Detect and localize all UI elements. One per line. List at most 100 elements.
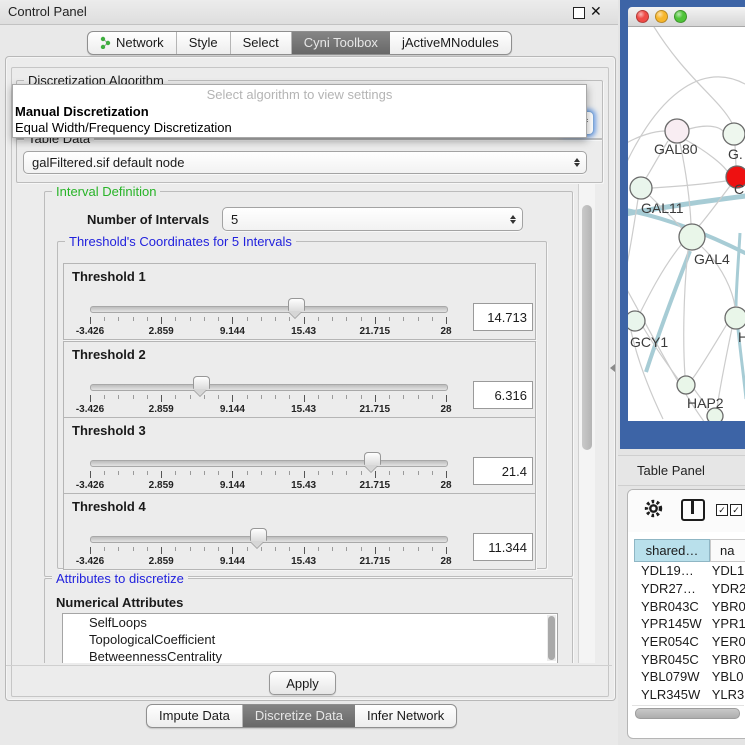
gear-icon[interactable]	[644, 499, 663, 518]
network-graph: GAL80G.CGAL11GAL4GCY1HHAP2	[628, 27, 745, 421]
algorithm-option-equal-width[interactable]: Equal Width/Frequency Discretization	[15, 120, 232, 135]
tab-network[interactable]: Network	[88, 32, 177, 54]
table-row[interactable]: YER054CYER0	[634, 633, 745, 651]
table-row[interactable]: YBR045CYBR0	[634, 650, 745, 668]
tab-label: Impute Data	[159, 708, 230, 723]
checkbox-icon[interactable]: ✓	[716, 504, 728, 516]
tab-label: Cyni Toolbox	[304, 35, 378, 50]
table-row[interactable]: YLR345WYLR3	[634, 686, 745, 704]
table-cell: YBL079W	[634, 669, 708, 684]
network-canvas[interactable]: GAL80G.CGAL11GAL4GCY1HHAP2	[628, 27, 745, 421]
tick-label: 9.144	[220, 404, 245, 415]
slider-track[interactable]	[90, 306, 448, 313]
tab-infer-network[interactable]: Infer Network	[355, 705, 456, 727]
apply-button[interactable]: Apply	[269, 671, 336, 695]
tab-cyni-toolbox[interactable]: Cyni Toolbox	[292, 32, 390, 54]
divider	[6, 665, 612, 666]
slider-thumb[interactable]	[364, 452, 381, 465]
checkbox-icon[interactable]: ✓	[730, 504, 742, 516]
network-edge[interactable]	[640, 245, 681, 313]
tab-impute-data[interactable]: Impute Data	[147, 705, 243, 727]
splitter-collapse-icon[interactable]	[610, 364, 615, 372]
algorithm-option-manual[interactable]: Manual Discretization	[15, 104, 149, 119]
threshold-value-field[interactable]: 14.713	[473, 303, 533, 331]
column-header-shared-name[interactable]: shared…	[634, 539, 710, 562]
column-layout-icon[interactable]	[681, 499, 705, 521]
node-label: G.	[728, 146, 743, 162]
slider-tick-labels: -3.4262.8599.14415.4321.71528	[90, 556, 446, 567]
table-row[interactable]: YBL079WYBL0	[634, 668, 745, 686]
tick-label: -3.426	[76, 404, 104, 415]
settings-scrollbar-thumb[interactable]	[582, 205, 592, 450]
close-icon[interactable]: ✕	[590, 3, 602, 20]
slider-ticks	[90, 471, 446, 479]
tick-label: 21.715	[360, 480, 391, 491]
threshold-3-panel: Threshold 3-3.4262.8599.14415.4321.71528…	[63, 417, 536, 494]
table-cell: YPR1	[708, 616, 745, 631]
slider-thumb[interactable]	[250, 528, 267, 541]
tab-jactivemnodules[interactable]: jActiveMNodules	[390, 32, 511, 54]
tick-label: 21.715	[360, 404, 391, 415]
table-data-select[interactable]: galFiltered.sif default node	[23, 151, 587, 174]
tab-select[interactable]: Select	[231, 32, 292, 54]
network-edge-highlighted[interactable]	[736, 233, 740, 306]
tick-label: 2.859	[149, 326, 174, 337]
combo-arrows-icon	[574, 158, 580, 167]
network-edge[interactable]	[693, 324, 727, 378]
close-traffic-light-icon[interactable]	[636, 10, 649, 23]
list-scrollbar[interactable]	[547, 615, 556, 661]
settings-scrollbar[interactable]	[578, 184, 595, 663]
table-cell: YDL1	[708, 563, 745, 578]
network-edge[interactable]	[652, 181, 726, 188]
network-edge[interactable]	[689, 126, 723, 131]
network-window-titlebar[interactable]	[628, 7, 745, 27]
threshold-value-field[interactable]: 6.316	[473, 381, 533, 409]
algorithm-placeholder: Select algorithm to view settings	[13, 87, 586, 102]
numerical-attributes-list[interactable]: SelfLoopsTopologicalCoefficientBetweenne…	[62, 613, 558, 663]
table-cell: YBR045C	[634, 652, 708, 667]
top-right-node[interactable]	[723, 123, 745, 145]
screen: Control Panel ✕ NetworkStyleSelect Cyni T…	[0, 0, 745, 745]
minimize-traffic-light-icon[interactable]	[655, 10, 668, 23]
tick-label: 15.43	[291, 556, 316, 567]
slider-track[interactable]	[90, 384, 448, 391]
table-row[interactable]: YDR27…YDR2	[634, 580, 745, 598]
slider-thumb[interactable]	[288, 298, 305, 311]
table-row[interactable]: YPR145WYPR1	[634, 615, 745, 633]
network-edge[interactable]	[698, 186, 730, 227]
slider-tick-labels: -3.4262.8599.14415.4321.71528	[90, 404, 446, 415]
slider-track[interactable]	[90, 460, 448, 467]
GAL4-node[interactable]	[679, 224, 705, 250]
H-node[interactable]	[725, 307, 745, 329]
HAP2-node[interactable]	[677, 376, 695, 394]
table-data-group: Table Data galFiltered.sif default node	[16, 138, 603, 183]
column-header-name[interactable]: na	[710, 539, 745, 562]
attributes-title: Attributes to discretize	[52, 571, 188, 586]
GAL11-node[interactable]	[630, 177, 652, 199]
attribute-item[interactable]: TopologicalCoefficient	[63, 631, 557, 648]
float-window-icon[interactable]	[573, 7, 585, 19]
list-scrollbar-thumb[interactable]	[548, 616, 555, 660]
threshold-label: Threshold 2	[72, 347, 146, 362]
threshold-value-field[interactable]: 21.4	[473, 457, 533, 485]
attribute-item[interactable]: SelfLoops	[63, 614, 557, 631]
table-hscrollbar-thumb[interactable]	[635, 708, 740, 719]
table-hscrollbar[interactable]	[632, 705, 744, 719]
number-of-intervals-select[interactable]: 5	[222, 207, 523, 231]
zoom-traffic-light-icon[interactable]	[674, 10, 687, 23]
threshold-value-field[interactable]: 11.344	[473, 533, 533, 561]
slider-track[interactable]	[90, 536, 448, 543]
table-panel-header: Table Panel	[618, 455, 745, 486]
table-row[interactable]: YDL19…YDL1	[634, 562, 745, 580]
GCY1-node[interactable]	[628, 311, 645, 331]
slider-thumb[interactable]	[193, 376, 210, 389]
tab-style[interactable]: Style	[177, 32, 231, 54]
tab-discretize-data[interactable]: Discretize Data	[243, 705, 355, 727]
table-panel-title: Table Panel	[637, 463, 705, 478]
node-label: C	[734, 181, 744, 197]
table-cell: YLR345W	[634, 687, 708, 702]
GAL80-node[interactable]	[665, 119, 689, 143]
table-row[interactable]: YBR043CYBR0	[634, 597, 745, 615]
attribute-item[interactable]: BetweennessCentrality	[63, 648, 557, 663]
control-panel-title: Control Panel	[8, 4, 87, 19]
